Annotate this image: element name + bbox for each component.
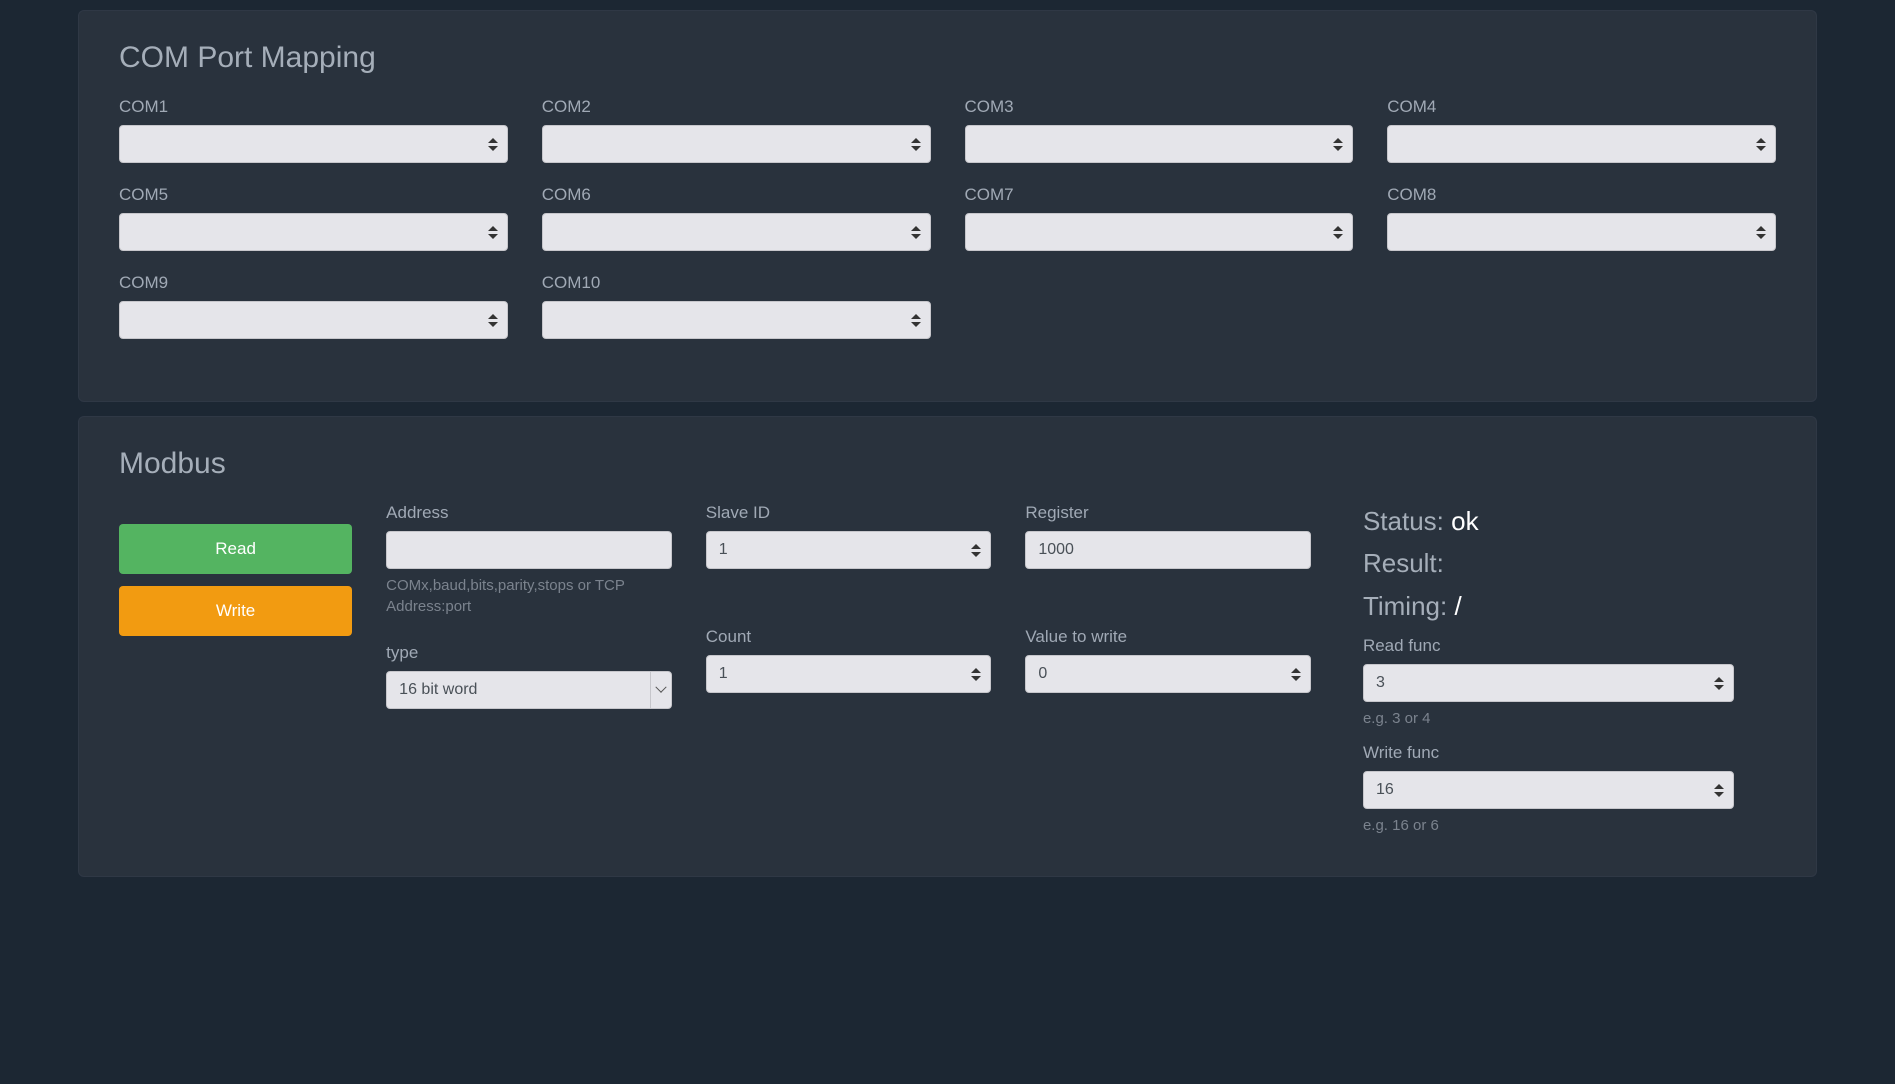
status-line: Status: ok bbox=[1363, 503, 1734, 539]
read-func-label: Read func bbox=[1363, 636, 1734, 656]
type-select[interactable] bbox=[386, 671, 672, 709]
count-input[interactable] bbox=[706, 655, 992, 693]
com-port-panel: COM Port Mapping COM1 COM2 COM3 COM4 bbox=[78, 10, 1817, 402]
result-line: Result: bbox=[1363, 545, 1734, 581]
com6-input[interactable] bbox=[542, 213, 931, 251]
com7-input[interactable] bbox=[965, 213, 1354, 251]
write-func-input[interactable] bbox=[1363, 771, 1734, 809]
com2-field: COM2 bbox=[525, 97, 948, 163]
com5-input[interactable] bbox=[119, 213, 508, 251]
com3-label: COM3 bbox=[965, 97, 1354, 117]
com8-input[interactable] bbox=[1387, 213, 1776, 251]
write-func-help: e.g. 16 or 6 bbox=[1363, 815, 1734, 836]
address-label: Address bbox=[386, 503, 672, 523]
read-func-help: e.g. 3 or 4 bbox=[1363, 708, 1734, 729]
write-button[interactable]: Write bbox=[119, 586, 352, 636]
status-label: Status: bbox=[1363, 506, 1444, 536]
modbus-slave-col: Slave ID Count bbox=[689, 503, 1009, 836]
value-to-write-input[interactable] bbox=[1025, 655, 1311, 693]
com10-label: COM10 bbox=[542, 273, 931, 293]
read-func-input[interactable] bbox=[1363, 664, 1734, 702]
address-help: COMx,baud,bits,parity,stops or TCP Addre… bbox=[386, 575, 672, 617]
com1-input[interactable] bbox=[119, 125, 508, 163]
read-button[interactable]: Read bbox=[119, 524, 352, 574]
modbus-status-col: Status: ok Result: Timing: / Read func e… bbox=[1328, 503, 1751, 836]
com4-field: COM4 bbox=[1370, 97, 1793, 163]
com2-label: COM2 bbox=[542, 97, 931, 117]
com6-label: COM6 bbox=[542, 185, 931, 205]
com6-field: COM6 bbox=[525, 185, 948, 251]
com4-input[interactable] bbox=[1387, 125, 1776, 163]
com3-input[interactable] bbox=[965, 125, 1354, 163]
modbus-address-col: Address COMx,baud,bits,parity,stops or T… bbox=[369, 503, 689, 836]
result-label: Result: bbox=[1363, 548, 1444, 578]
com9-label: COM9 bbox=[119, 273, 508, 293]
com8-field: COM8 bbox=[1370, 185, 1793, 251]
com10-field: COM10 bbox=[525, 273, 948, 339]
com1-field: COM1 bbox=[102, 97, 525, 163]
com5-label: COM5 bbox=[119, 185, 508, 205]
count-label: Count bbox=[706, 627, 992, 647]
modbus-buttons-col: Read Write bbox=[102, 503, 369, 836]
com3-field: COM3 bbox=[948, 97, 1371, 163]
com5-field: COM5 bbox=[102, 185, 525, 251]
value-to-write-label: Value to write bbox=[1025, 627, 1311, 647]
slave-id-input[interactable] bbox=[706, 531, 992, 569]
com2-input[interactable] bbox=[542, 125, 931, 163]
register-label: Register bbox=[1025, 503, 1311, 523]
com7-label: COM7 bbox=[965, 185, 1354, 205]
modbus-title: Modbus bbox=[119, 447, 1776, 481]
status-value: ok bbox=[1451, 506, 1478, 536]
slave-id-label: Slave ID bbox=[706, 503, 992, 523]
timing-line: Timing: / bbox=[1363, 588, 1734, 624]
com8-label: COM8 bbox=[1387, 185, 1776, 205]
modbus-grid: Read Write Address COMx,baud,bits,parity… bbox=[102, 503, 1793, 836]
com9-field: COM9 bbox=[102, 273, 525, 339]
com-port-title: COM Port Mapping bbox=[119, 41, 1776, 75]
com-port-grid: COM1 COM2 COM3 COM4 bbox=[102, 97, 1793, 361]
type-label: type bbox=[386, 643, 672, 663]
com10-input[interactable] bbox=[542, 301, 931, 339]
timing-label: Timing: bbox=[1363, 591, 1447, 621]
modbus-register-col: Register Value to write bbox=[1008, 503, 1328, 836]
write-func-label: Write func bbox=[1363, 743, 1734, 763]
com7-field: COM7 bbox=[948, 185, 1371, 251]
register-input[interactable] bbox=[1025, 531, 1311, 569]
com1-label: COM1 bbox=[119, 97, 508, 117]
modbus-panel: Modbus Read Write Address COMx,baud,bits… bbox=[78, 416, 1817, 877]
com4-label: COM4 bbox=[1387, 97, 1776, 117]
timing-value: / bbox=[1454, 591, 1461, 621]
address-input[interactable] bbox=[386, 531, 672, 569]
com9-input[interactable] bbox=[119, 301, 508, 339]
